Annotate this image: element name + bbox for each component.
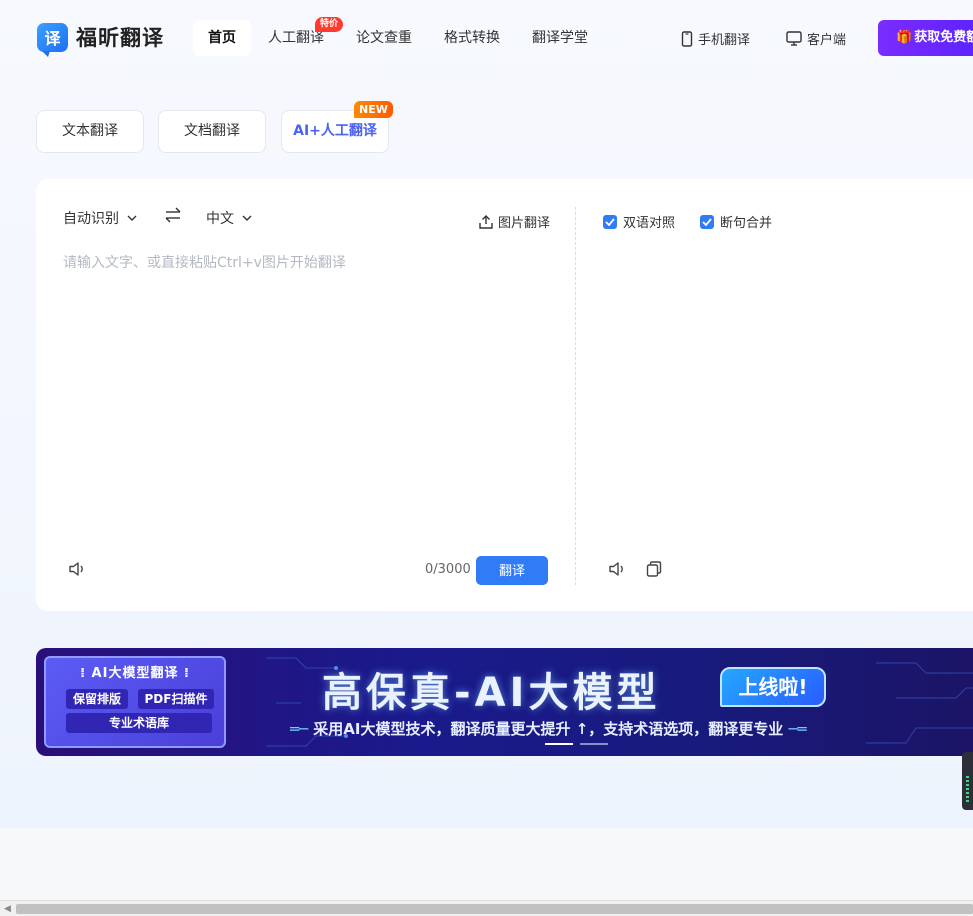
source-speak-button[interactable] [68, 561, 86, 581]
source-language-select[interactable]: 自动识别 [63, 208, 137, 228]
copy-icon [646, 561, 662, 577]
special-price-badge: 特价 [315, 17, 344, 32]
checkbox-checked-icon [603, 214, 617, 229]
scroll-left-icon[interactable]: ◀ [4, 904, 11, 914]
monitor-icon [786, 31, 802, 46]
feature-chip: 保留排版 [66, 689, 128, 709]
translate-panel: 自动识别 中文 图片翻译 0/3000 翻译 [36, 179, 973, 611]
top-header: 译 福昕翻译 首页 人工翻译 论文查重 格式转换 翻译学堂 特价 手机翻译 客户… [0, 0, 973, 76]
merge-sentence-checkbox[interactable]: 断句合并 [700, 212, 772, 231]
target-language-select[interactable]: 中文 [206, 208, 252, 228]
nav-format-convert[interactable]: 格式转换 [429, 20, 515, 56]
image-translate-button[interactable]: 图片翻译 [479, 212, 550, 231]
nav-plagiarism-check[interactable]: 论文查重 [341, 20, 427, 56]
logo[interactable]: 译 福昕翻译 [37, 22, 164, 57]
footer-area [0, 828, 973, 900]
new-badge: NEW [354, 101, 393, 118]
tab-document-translation[interactable]: 文档翻译 [158, 110, 266, 153]
banner-subtitle: ═─ 采用AI大模型技术，翻译质量更大提升 ↑，支持术语选项，翻译更专业 ─═ [290, 720, 807, 738]
carousel-dot[interactable] [580, 743, 608, 745]
horizontal-scrollbar[interactable]: ◀ [0, 900, 973, 916]
speaker-icon [69, 562, 83, 576]
logo-icon: 译 [37, 22, 68, 57]
chevron-down-icon [242, 215, 252, 221]
translate-button[interactable]: 翻译 [476, 556, 548, 585]
online-badge: 上线啦! [720, 667, 826, 707]
checkbox-checked-icon [700, 214, 714, 229]
feature-title: ⁞ AI大模型翻译 ⁞ [80, 666, 190, 681]
swap-languages-button[interactable] [164, 207, 182, 227]
banner-title: 高保真-AI大模型 [322, 670, 661, 716]
char-count: 0/3000 [425, 562, 471, 577]
get-free-quota-button[interactable]: 🎁获取免费额度 [878, 20, 973, 56]
source-text-input[interactable] [63, 252, 553, 532]
bilingual-checkbox[interactable]: 双语对照 [603, 212, 675, 231]
speaker-icon [609, 562, 623, 576]
swap-icon [165, 207, 181, 223]
nav-translation-school[interactable]: 翻译学堂 [517, 20, 603, 56]
target-speak-button[interactable] [608, 561, 626, 581]
phone-icon [681, 30, 693, 47]
tab-text-translation[interactable]: 文本翻译 [36, 110, 144, 153]
main-nav: 首页 人工翻译 论文查重 格式转换 翻译学堂 特价 [193, 17, 605, 56]
feature-chip: PDF扫描件 [138, 689, 214, 709]
logo-text: 福昕翻译 [76, 26, 164, 50]
promo-banner[interactable]: ⁞ AI大模型翻译 ⁞ 保留排版 PDF扫描件 专业术语库 高保真-AI大模型 … [36, 648, 973, 756]
copy-button[interactable] [646, 561, 662, 581]
nav-home[interactable]: 首页 [193, 20, 251, 56]
panel-divider [575, 207, 576, 585]
chevron-down-icon [127, 215, 137, 221]
mobile-translate-link[interactable]: 手机翻译 [681, 29, 750, 48]
scrollbar-thumb[interactable] [16, 904, 973, 914]
feature-chip: 专业术语库 [66, 713, 212, 733]
tab-ai-human-translation[interactable]: AI+人工翻译 NEW [281, 101, 393, 153]
side-floating-widget[interactable] [962, 752, 973, 810]
gift-icon: 🎁 [896, 30, 913, 45]
carousel-dot-active[interactable] [545, 743, 573, 745]
feature-box: ⁞ AI大模型翻译 ⁞ 保留排版 PDF扫描件 专业术语库 [44, 656, 226, 748]
upload-icon [479, 214, 493, 229]
client-download-link[interactable]: 客户端 [786, 29, 846, 48]
